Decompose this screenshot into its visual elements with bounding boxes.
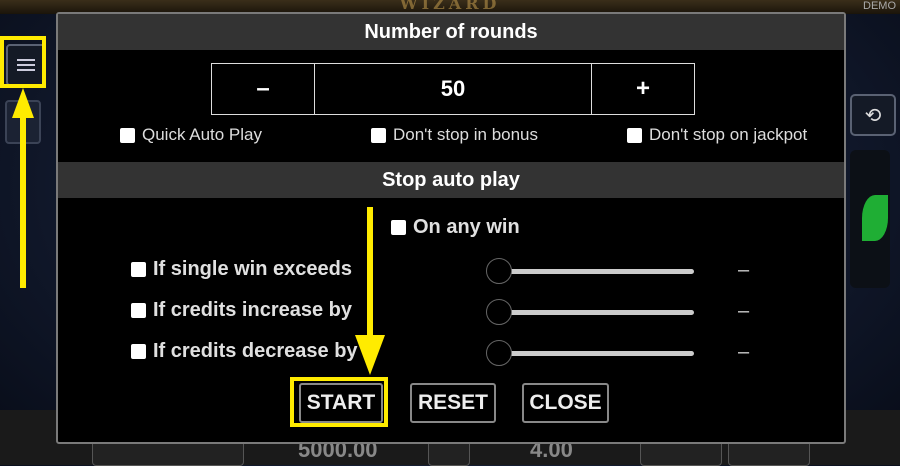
single-win-slider[interactable]: [486, 258, 696, 284]
rounds-stepper: – 50 +: [211, 63, 695, 115]
credits-decrease-value: –: [738, 341, 750, 363]
autoplay-dialog: Number of rounds – 50 + Quick Auto Play …: [56, 12, 846, 444]
credits-decrease-label: If credits decrease by: [153, 340, 358, 362]
single-win-checkbox[interactable]: [131, 262, 146, 277]
start-highlight-box: [290, 377, 388, 427]
credits-increase-slider[interactable]: [486, 299, 696, 325]
on-any-win-checkbox[interactable]: [391, 220, 406, 235]
credits-decrease-option[interactable]: If credits decrease by: [131, 340, 358, 363]
history-button[interactable]: ⟲: [850, 94, 896, 136]
credits-decrease-checkbox[interactable]: [131, 344, 146, 359]
dont-stop-jackpot-checkbox[interactable]: [627, 127, 642, 143]
close-button[interactable]: CLOSE: [522, 383, 609, 423]
credits-increase-option[interactable]: If credits increase by: [131, 299, 352, 322]
credits-decrease-slider[interactable]: [486, 340, 696, 366]
dont-stop-bonus-label: Don't stop in bonus: [393, 125, 539, 144]
arrow-up-icon: [12, 88, 34, 288]
on-any-win-option[interactable]: On any win: [391, 216, 520, 239]
single-win-option[interactable]: If single win exceeds: [131, 258, 352, 281]
single-win-label: If single win exceeds: [153, 258, 352, 280]
slider-thumb[interactable]: [486, 258, 512, 284]
quick-auto-play-checkbox[interactable]: [120, 127, 135, 143]
increase-rounds-button[interactable]: +: [592, 64, 694, 114]
slider-track: [496, 351, 694, 356]
demo-label: DEMO: [863, 0, 896, 12]
slider-thumb[interactable]: [486, 299, 512, 325]
quick-auto-play-option[interactable]: Quick Auto Play: [120, 125, 262, 145]
slider-track: [496, 310, 694, 315]
history-icon: ⟲: [864, 104, 882, 127]
dont-stop-bonus-option[interactable]: Don't stop in bonus: [371, 125, 538, 145]
menu-highlight-box: [0, 36, 46, 88]
decrease-rounds-button[interactable]: –: [212, 64, 314, 114]
leaf-decoration: [862, 195, 888, 241]
rounds-value: 50: [314, 64, 592, 114]
on-any-win-label: On any win: [413, 216, 520, 238]
slider-thumb[interactable]: [486, 340, 512, 366]
reset-button[interactable]: RESET: [410, 383, 496, 423]
credits-increase-value: –: [738, 300, 750, 322]
arrow-down-icon: [355, 207, 385, 375]
credits-increase-label: If credits increase by: [153, 299, 352, 321]
single-win-value: –: [738, 259, 750, 281]
dont-stop-bonus-checkbox[interactable]: [371, 127, 386, 143]
quick-auto-play-label: Quick Auto Play: [142, 125, 263, 144]
credits-increase-checkbox[interactable]: [131, 303, 146, 318]
stop-autoplay-header: Stop auto play: [58, 162, 844, 198]
dont-stop-jackpot-option[interactable]: Don't stop on jackpot: [627, 125, 807, 145]
slider-track: [496, 269, 694, 274]
rounds-header: Number of rounds: [58, 14, 844, 50]
dont-stop-jackpot-label: Don't stop on jackpot: [649, 125, 808, 144]
